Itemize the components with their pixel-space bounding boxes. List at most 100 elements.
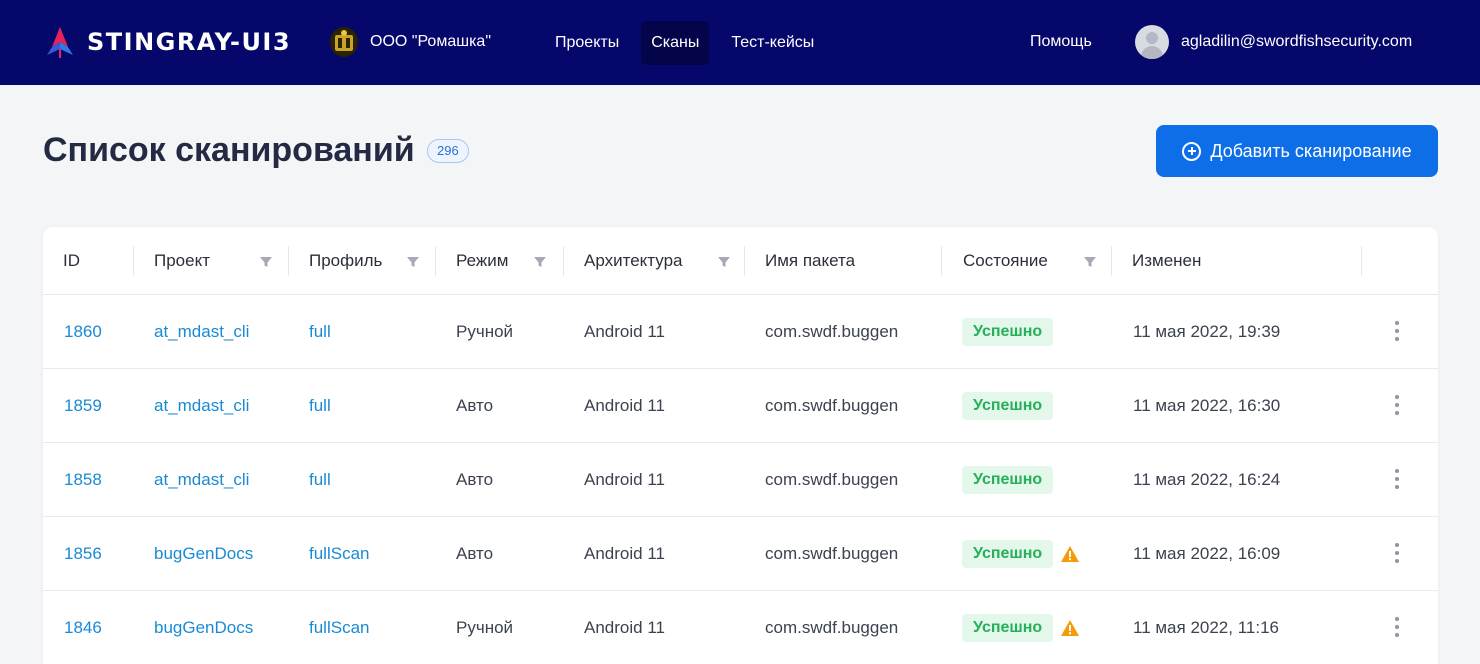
profile-link[interactable]: full <box>309 295 331 368</box>
organization-selector[interactable]: ООО "Ромашка" <box>330 27 491 57</box>
scan-id-link[interactable]: 1856 <box>64 517 102 590</box>
table-row[interactable]: 1856 bugGenDocs fullScan Авто Android 11… <box>43 517 1438 591</box>
app-logo[interactable]: STINGRAY-UI3 <box>43 25 291 59</box>
table-row[interactable]: 1858 at_mdast_cli full Авто Android 11 c… <box>43 443 1438 517</box>
page-title: Список сканирований <box>43 131 415 169</box>
column-label: Изменен <box>1132 251 1202 270</box>
user-menu[interactable]: agladilin@swordfishsecurity.com <box>1135 25 1412 59</box>
scan-count-badge: 296 <box>427 139 469 163</box>
status-cell: Успешно <box>962 517 1080 590</box>
org-emblem-icon <box>330 27 358 57</box>
status-cell: Успешно <box>962 591 1080 664</box>
filter-icon[interactable] <box>406 254 420 268</box>
table-row[interactable]: 1846 bugGenDocs fullScan Ручной Android … <box>43 591 1438 664</box>
main-nav: Проекты Сканы Тест-кейсы <box>545 21 836 65</box>
column-label: Профиль <box>309 251 383 270</box>
status-badge: Успешно <box>962 539 1054 568</box>
status-cell: Успешно <box>962 443 1054 516</box>
warning-icon[interactable] <box>1060 619 1080 637</box>
modified-cell: 11 мая 2022, 16:24 <box>1133 469 1281 489</box>
column-header-architecture[interactable]: Архитектура <box>584 227 744 295</box>
mode-cell: Ручной <box>456 617 514 637</box>
status-badge: Успешно <box>962 391 1054 420</box>
status-cell: Успешно <box>962 295 1054 368</box>
top-navigation-bar: STINGRAY-UI3 ООО "Ромашка" Проекты Сканы… <box>0 0 1480 85</box>
column-header-id[interactable]: ID <box>63 227 80 295</box>
table-row[interactable]: 1860 at_mdast_cli full Ручной Android 11… <box>43 295 1438 369</box>
package-cell: com.swdf.buggen <box>765 469 899 489</box>
row-actions-menu-icon[interactable] <box>1390 617 1404 637</box>
scan-id-link[interactable]: 1860 <box>64 295 102 368</box>
column-header-project[interactable]: Проект <box>154 227 274 295</box>
profile-link[interactable]: fullScan <box>309 591 369 664</box>
status-badge: Успешно <box>962 465 1054 494</box>
project-link[interactable]: at_mdast_cli <box>154 369 249 442</box>
table-header: ID Проект Профиль Режим Архитектура Имя … <box>43 227 1438 295</box>
avatar <box>1135 25 1169 59</box>
filter-icon[interactable] <box>259 254 273 268</box>
package-cell: com.swdf.buggen <box>765 617 899 637</box>
mode-cell: Авто <box>456 543 494 563</box>
plus-circle-icon <box>1182 141 1202 161</box>
add-scan-label: Добавить сканирование <box>1210 140 1412 161</box>
scans-table: ID Проект Профиль Режим Архитектура Имя … <box>43 227 1438 664</box>
row-actions-menu-icon[interactable] <box>1390 395 1404 415</box>
project-link[interactable]: bugGenDocs <box>154 591 253 664</box>
scan-id-link[interactable]: 1859 <box>64 369 102 442</box>
architecture-cell: Android 11 <box>584 469 665 489</box>
logo-text: STINGRAY-UI3 <box>87 28 292 56</box>
mode-cell: Авто <box>456 395 494 415</box>
status-badge: Успешно <box>962 317 1054 346</box>
status-badge: Успешно <box>962 613 1054 642</box>
column-label: Режим <box>456 251 509 270</box>
architecture-cell: Android 11 <box>584 395 665 415</box>
column-label: Имя пакета <box>765 251 856 270</box>
user-email: agladilin@swordfishsecurity.com <box>1181 33 1413 50</box>
table-row[interactable]: 1859 at_mdast_cli full Авто Android 11 c… <box>43 369 1438 443</box>
help-link[interactable]: Помощь <box>1030 33 1092 51</box>
profile-link[interactable]: full <box>309 443 331 516</box>
org-name: ООО "Ромашка" <box>370 33 491 50</box>
column-header-profile[interactable]: Профиль <box>309 227 434 295</box>
modified-cell: 11 мая 2022, 11:16 <box>1133 617 1279 637</box>
profile-link[interactable]: fullScan <box>309 517 369 590</box>
column-label: Проект <box>154 251 210 270</box>
project-link[interactable]: bugGenDocs <box>154 517 253 590</box>
architecture-cell: Android 11 <box>584 543 665 563</box>
row-actions-menu-icon[interactable] <box>1390 321 1404 341</box>
nav-projects[interactable]: Проекты <box>545 21 629 65</box>
nav-scans[interactable]: Сканы <box>641 21 710 65</box>
architecture-cell: Android 11 <box>584 617 665 637</box>
mode-cell: Ручной <box>456 321 514 341</box>
modified-cell: 11 мая 2022, 19:39 <box>1133 321 1281 341</box>
filter-icon[interactable] <box>533 254 547 268</box>
column-label: Архитектура <box>584 251 683 270</box>
column-header-package[interactable]: Имя пакета <box>765 227 855 295</box>
project-link[interactable]: at_mdast_cli <box>154 295 249 368</box>
modified-cell: 11 мая 2022, 16:30 <box>1133 395 1281 415</box>
add-scan-button[interactable]: Добавить сканирование <box>1156 125 1438 177</box>
filter-icon[interactable] <box>717 254 731 268</box>
status-cell: Успешно <box>962 369 1054 442</box>
column-header-mode[interactable]: Режим <box>456 227 566 295</box>
column-header-status[interactable]: Состояние <box>963 227 1113 295</box>
architecture-cell: Android 11 <box>584 321 665 341</box>
filter-icon[interactable] <box>1083 254 1097 268</box>
mode-cell: Авто <box>456 469 494 489</box>
column-header-modified[interactable]: Изменен <box>1132 227 1201 295</box>
column-label: ID <box>63 251 80 270</box>
row-actions-menu-icon[interactable] <box>1390 469 1404 489</box>
warning-icon[interactable] <box>1060 545 1080 563</box>
stingray-logo-icon <box>47 27 73 58</box>
profile-link[interactable]: full <box>309 369 331 442</box>
scan-id-link[interactable]: 1858 <box>64 443 102 516</box>
row-actions-menu-icon[interactable] <box>1390 543 1404 563</box>
modified-cell: 11 мая 2022, 16:09 <box>1133 543 1281 563</box>
nav-test-cases[interactable]: Тест-кейсы <box>721 21 824 65</box>
scan-id-link[interactable]: 1846 <box>64 591 102 664</box>
column-label: Состояние <box>963 251 1048 270</box>
package-cell: com.swdf.buggen <box>765 321 899 341</box>
package-cell: com.swdf.buggen <box>765 543 899 563</box>
package-cell: com.swdf.buggen <box>765 395 899 415</box>
project-link[interactable]: at_mdast_cli <box>154 443 249 516</box>
